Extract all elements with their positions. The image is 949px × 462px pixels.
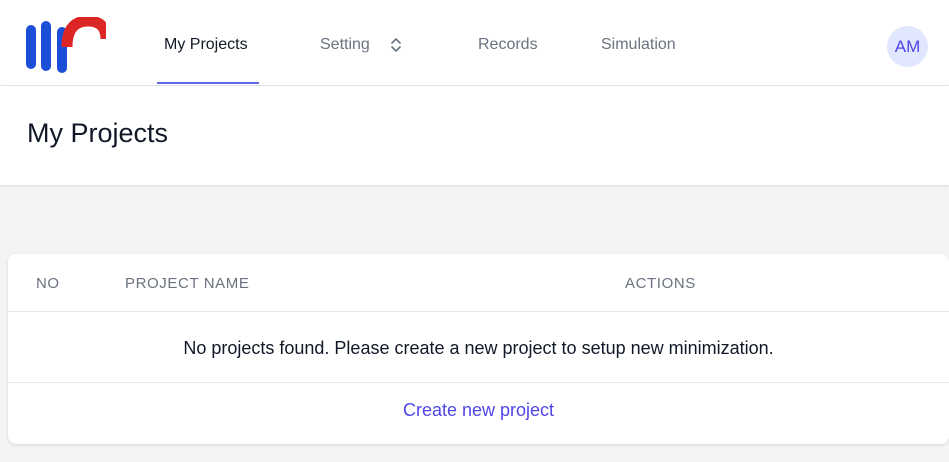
app-logo[interactable] xyxy=(26,17,106,73)
table-footer-divider xyxy=(8,382,949,383)
page-title: My Projects xyxy=(27,118,169,148)
column-header-project-name: PROJECT NAME xyxy=(125,275,250,292)
active-tab-indicator xyxy=(157,82,259,84)
column-header-actions: ACTIONS xyxy=(625,275,696,292)
user-avatar[interactable]: AM xyxy=(887,26,928,67)
column-header-no: NO xyxy=(36,275,60,292)
create-new-project-link[interactable]: Create new project xyxy=(8,400,949,421)
empty-state-message: No projects found. Please create a new p… xyxy=(183,338,774,358)
nav-tab-setting[interactable]: Setting xyxy=(320,36,370,54)
nav-tab-my-projects[interactable]: My Projects xyxy=(164,36,248,54)
table-header-divider xyxy=(8,311,949,312)
top-navbar: My Projects Setting Records Simulation A… xyxy=(0,0,949,86)
nav-tab-records[interactable]: Records xyxy=(478,36,538,54)
chevron-up-down-icon[interactable] xyxy=(390,36,402,54)
nav-tab-simulation[interactable]: Simulation xyxy=(601,36,676,54)
